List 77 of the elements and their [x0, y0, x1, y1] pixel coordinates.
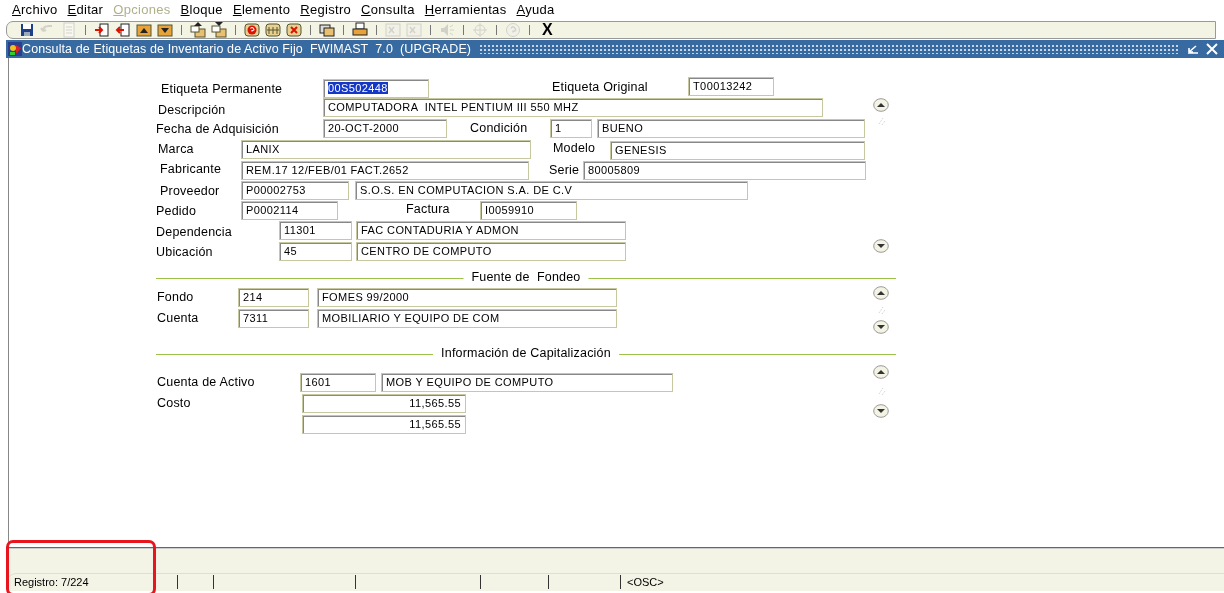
text-field[interactable]: 80005809 — [583, 161, 866, 180]
scroll-up-button[interactable] — [873, 98, 889, 112]
scroll-down-button[interactable] — [873, 320, 889, 334]
field-label: Pedido — [156, 204, 197, 219]
field-label: Cuenta — [157, 311, 199, 326]
close-icon[interactable] — [1206, 43, 1218, 55]
text-field[interactable]: I0059910 — [480, 201, 577, 220]
text-field[interactable]: GENESIS — [610, 141, 865, 160]
field-label: Modelo — [553, 141, 596, 156]
scroll-down-button[interactable] — [873, 239, 889, 253]
field-label: Fabricante — [160, 162, 222, 177]
menu-item[interactable]: Bloque — [180, 1, 223, 20]
text-field[interactable]: T00013242 — [688, 77, 774, 96]
text-field[interactable]: FAC CONTADURIA Y ADMON — [356, 221, 626, 240]
field-label: Etiqueta Original — [552, 80, 648, 95]
text-field[interactable]: MOB Y EQUIPO DE COMPUTO — [381, 373, 673, 392]
text-field[interactable]: 214 — [238, 288, 309, 307]
text-field[interactable]: 7311 — [238, 309, 309, 328]
section-heading: Información de Capitalización — [433, 346, 619, 361]
text-field[interactable]: 11,565.55 — [302, 415, 466, 434]
text-field[interactable]: 11301 — [279, 221, 352, 240]
text-field[interactable]: REM.17 12/FEB/01 FACT.2652 — [241, 161, 529, 180]
menu-item[interactable]: Archivo — [12, 1, 58, 20]
status-text: <OSC> — [626, 574, 665, 589]
stack-up-icon[interactable] — [190, 22, 206, 38]
minimize-icon[interactable] — [1186, 43, 1200, 55]
scroll-down-button[interactable] — [873, 404, 889, 418]
text-field[interactable]: MOBILIARIO Y EQUIPO DE COM — [317, 309, 617, 328]
text-field[interactable]: LANIX — [241, 140, 531, 159]
text-field[interactable]: 00S502448 — [323, 79, 429, 98]
field-label: Etiqueta Permanente — [161, 82, 283, 97]
text-field[interactable]: COMPUTADORA INTEL PENTIUM III 550 MHZ — [323, 98, 823, 117]
text-field[interactable]: 20-OCT-2000 — [323, 119, 447, 138]
menu-item[interactable]: Consulta — [361, 1, 415, 20]
text-field[interactable]: P0002114 — [241, 201, 338, 220]
field-label: Cuenta de Activo — [157, 375, 255, 390]
field-label: Dependencia — [156, 225, 232, 240]
question-icon[interactable] — [244, 22, 260, 38]
app-icon — [8, 42, 22, 56]
text-field[interactable]: P00002753 — [241, 181, 349, 200]
menu-item[interactable]: Herramientas — [424, 1, 507, 20]
field-label: Fecha de Adquisición — [156, 122, 279, 137]
field-label: Serie — [549, 163, 580, 178]
field-label: Condición — [470, 121, 528, 136]
menu-item[interactable]: Ayuda — [516, 1, 555, 20]
field-label: Descripción — [158, 103, 226, 118]
exit-button[interactable]: X — [542, 22, 553, 38]
text-field[interactable]: CENTRO DE COMPUTO — [356, 242, 626, 261]
layers-icon[interactable] — [319, 22, 335, 38]
text-field[interactable]: FOMES 99/2000 — [317, 288, 617, 307]
document-arrow-icon[interactable] — [115, 22, 131, 38]
scroll-up-button[interactable] — [873, 286, 889, 300]
field-label: Ubicación — [156, 245, 213, 260]
menu-item[interactable]: Editar — [67, 1, 104, 20]
stack-down-icon[interactable] — [211, 22, 227, 38]
text-field[interactable]: 1601 — [300, 373, 376, 392]
text-field[interactable]: 1 — [550, 119, 592, 138]
text-field[interactable]: 45 — [279, 242, 352, 261]
text-field[interactable]: BUENO — [597, 119, 865, 138]
menu-item[interactable]: Registro — [300, 1, 352, 20]
folder-up-icon[interactable] — [136, 22, 152, 38]
printer-icon[interactable] — [352, 22, 368, 38]
field-label: Factura — [406, 202, 450, 217]
window-title: Consulta de Etiquetas de Inventario de Activo Fijo FWIMAST 7.0 (UPGRADE) — [22, 40, 472, 58]
table-icon[interactable] — [265, 22, 281, 38]
menu-item[interactable]: Elemento — [232, 1, 291, 20]
field-label: Costo — [157, 396, 191, 411]
delete-icon[interactable] — [286, 22, 302, 38]
field-label: Fondo — [157, 290, 194, 305]
status-text: Registro: 7/224 — [8, 574, 178, 589]
folder-down-icon[interactable] — [157, 22, 173, 38]
field-label: Proveedor — [160, 184, 220, 199]
field-label: Marca — [158, 142, 194, 157]
document-arrow-icon[interactable] — [94, 22, 110, 38]
text-field[interactable]: S.O.S. EN COMPUTACION S.A. DE C.V — [355, 181, 748, 200]
scroll-up-button[interactable] — [873, 365, 889, 379]
text-field[interactable]: 11,565.55 — [302, 394, 466, 413]
